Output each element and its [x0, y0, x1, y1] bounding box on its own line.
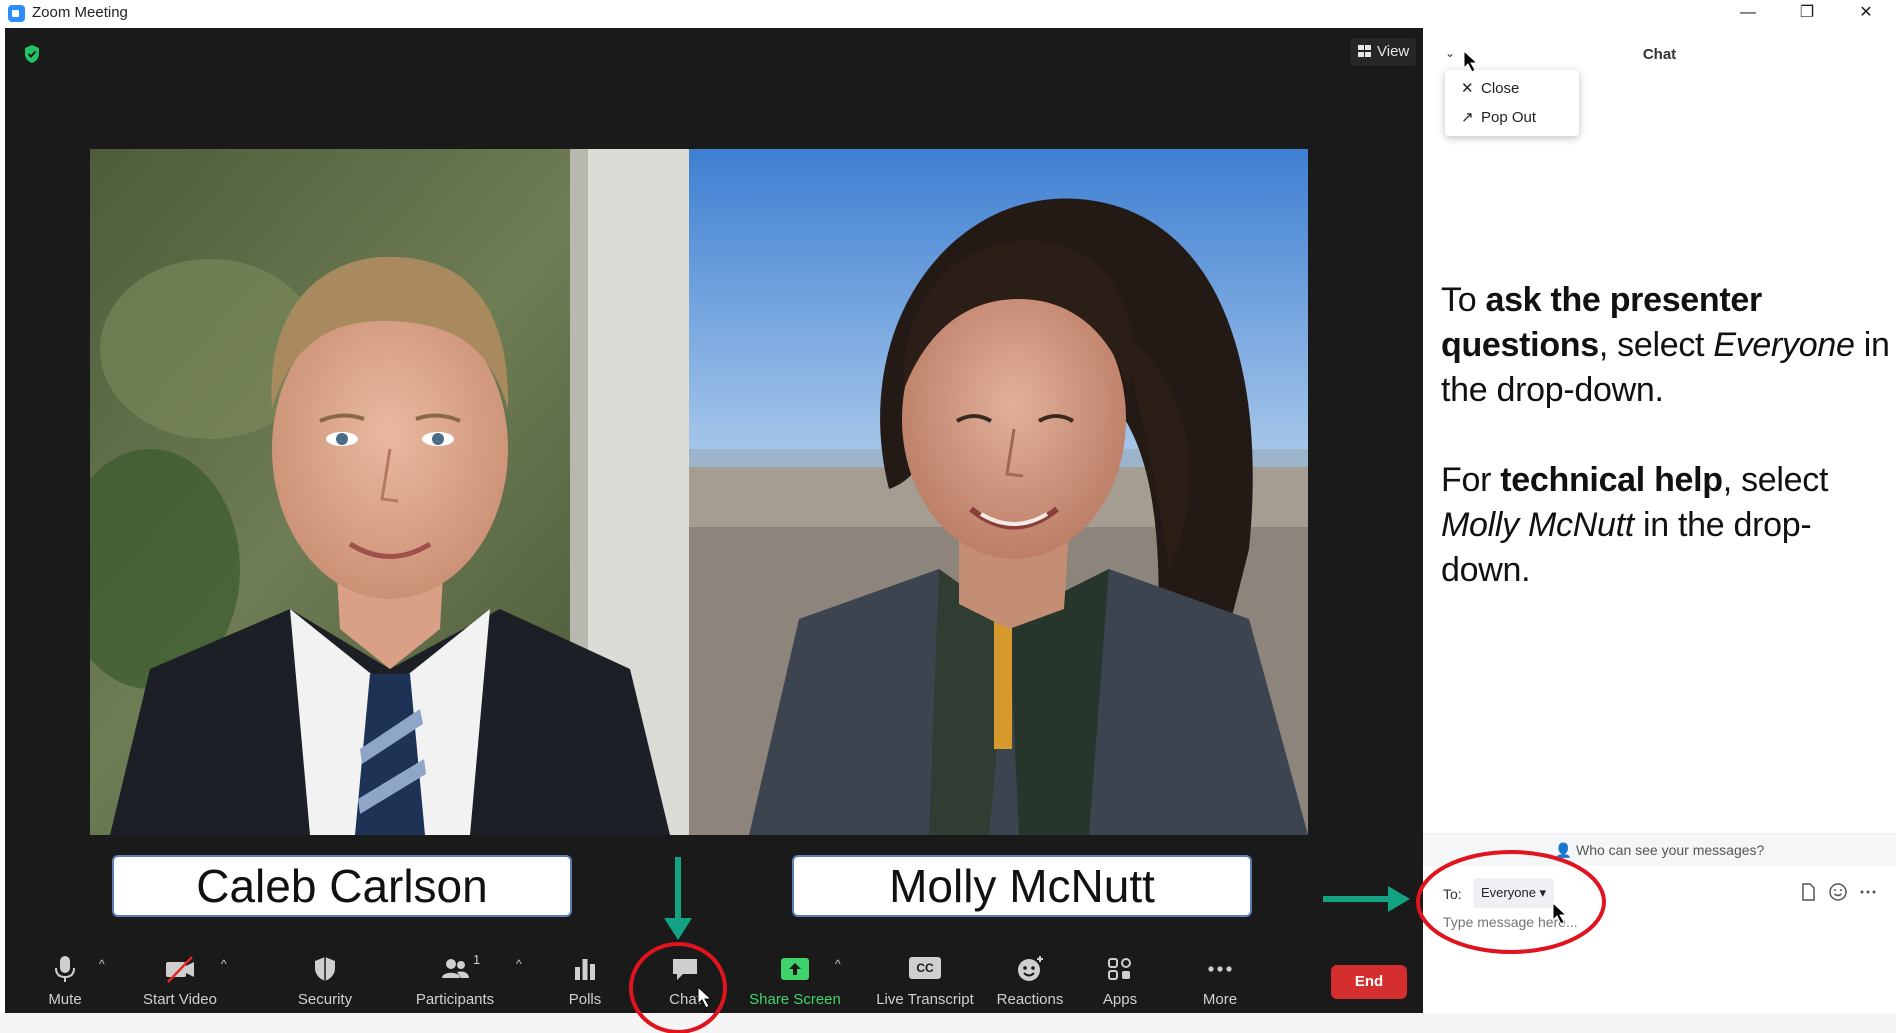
name-label-caleb: Caleb Carlson	[112, 855, 572, 917]
video-off-icon	[166, 956, 194, 983]
video-tile-molly[interactable]	[689, 149, 1308, 835]
chat-instructions: To ask the presenter questions, select E…	[1441, 278, 1891, 638]
reactions-label: Reactions	[996, 991, 1064, 1008]
participants-label: Participants	[415, 991, 495, 1008]
close-icon: ✕	[1461, 80, 1474, 97]
reactions-button[interactable]: Reactions	[980, 935, 1080, 1013]
apps-button[interactable]: Apps	[1090, 935, 1150, 1013]
more-button[interactable]: More	[1185, 935, 1255, 1013]
share-options-caret[interactable]: ^	[835, 957, 841, 971]
apps-icon	[1108, 958, 1131, 980]
end-meeting-button[interactable]: End	[1331, 965, 1407, 999]
view-label: View	[1377, 43, 1410, 60]
start-video-label: Start Video	[143, 991, 217, 1008]
cc-icon: CC	[909, 957, 941, 979]
microphone-icon	[55, 956, 75, 982]
participants-options-caret[interactable]: ^	[516, 957, 522, 971]
chat-bubble-icon	[673, 959, 697, 980]
share-screen-icon	[781, 958, 809, 980]
reactions-icon	[1018, 956, 1043, 981]
people-icon: 👤	[1554, 842, 1573, 858]
grid-view-icon	[1358, 45, 1371, 57]
chat-composer: 👤 Who can see your messages? To: Everyon…	[1423, 833, 1896, 1013]
window-title: Zoom Meeting	[32, 4, 128, 21]
message-input[interactable]	[1443, 914, 1643, 930]
chevron-down-icon: ▾	[1539, 885, 1547, 900]
audio-options-caret[interactable]: ^	[99, 957, 105, 971]
recipient-value: Everyone	[1481, 885, 1536, 900]
share-screen-button[interactable]: Share Screen	[745, 935, 845, 1013]
security-button[interactable]: Security	[285, 935, 365, 1013]
mute-button[interactable]: Mute	[25, 935, 105, 1013]
chat-options-menu: ✕ Close ↗ Pop Out	[1445, 70, 1579, 136]
polls-button[interactable]: Polls	[550, 935, 620, 1013]
menu-item-pop-out[interactable]: ↗ Pop Out	[1461, 105, 1536, 131]
participants-icon	[442, 959, 469, 978]
video-tile-caleb[interactable]	[90, 149, 689, 835]
close-window-button[interactable]: ✕	[1843, 0, 1889, 28]
minimize-button[interactable]: —	[1725, 0, 1771, 28]
participant-video-caleb	[90, 149, 689, 835]
security-shield-icon	[315, 957, 335, 981]
chat-button[interactable]: Chat	[645, 935, 725, 1013]
menu-item-close[interactable]: ✕ Close	[1461, 76, 1519, 102]
ellipsis-icon[interactable]	[1858, 882, 1878, 902]
file-icon[interactable]	[1798, 882, 1818, 902]
share-screen-label: Share Screen	[749, 991, 841, 1008]
more-dots-icon	[1208, 966, 1232, 972]
polls-icon	[575, 959, 595, 980]
window-bottom-edge	[0, 1013, 1896, 1033]
privacy-text: Who can see your messages?	[1576, 842, 1765, 858]
participant-count: 1	[473, 952, 481, 967]
emoji-icon[interactable]	[1828, 882, 1848, 902]
live-transcript-label: Live Transcript	[876, 991, 974, 1008]
meeting-area: View Caleb Carlson Molly McNutt Mute ^ S…	[5, 28, 1423, 1013]
name-label-molly: Molly McNutt	[792, 855, 1252, 917]
security-label: Security	[297, 991, 353, 1008]
menu-pop-out-label: Pop Out	[1481, 109, 1537, 126]
menu-close-label: Close	[1481, 80, 1520, 97]
pop-out-icon: ↗	[1461, 109, 1474, 126]
more-label: More	[1202, 991, 1238, 1008]
chat-panel: ⌄ Chat ✕ Close ↗ Pop Out To ask the presen…	[1423, 28, 1896, 1013]
instruction-technical: For technical help, select Molly McNutt …	[1441, 461, 1829, 589]
participant-video-molly	[689, 149, 1308, 835]
to-label: To:	[1443, 886, 1462, 902]
title-bar: Zoom Meeting — ❐ ✕	[0, 0, 1896, 28]
live-transcript-button[interactable]: CC Live Transcript	[860, 935, 990, 1013]
chat-label: Chat	[669, 991, 701, 1008]
privacy-link[interactable]: 👤 Who can see your messages?	[1423, 834, 1896, 866]
view-button[interactable]: View	[1350, 38, 1416, 66]
start-video-button[interactable]: Start Video	[130, 935, 230, 1013]
chat-title: Chat	[1642, 46, 1677, 63]
recipient-dropdown[interactable]: Everyone ▾	[1473, 878, 1555, 908]
polls-label: Polls	[568, 991, 602, 1008]
meeting-toolbar: Mute ^ Start Video ^ Security 1 Particip…	[5, 935, 1423, 1013]
instruction-presenter: To ask the presenter questions, select E…	[1441, 281, 1890, 409]
zoom-app-icon	[8, 5, 25, 22]
mute-label: Mute	[48, 991, 82, 1008]
apps-label: Apps	[1102, 991, 1138, 1008]
shield-check-icon[interactable]	[23, 44, 41, 64]
video-options-caret[interactable]: ^	[221, 957, 227, 971]
restore-button[interactable]: ❐	[1784, 0, 1830, 28]
participants-button[interactable]: 1 Participants	[405, 935, 505, 1013]
